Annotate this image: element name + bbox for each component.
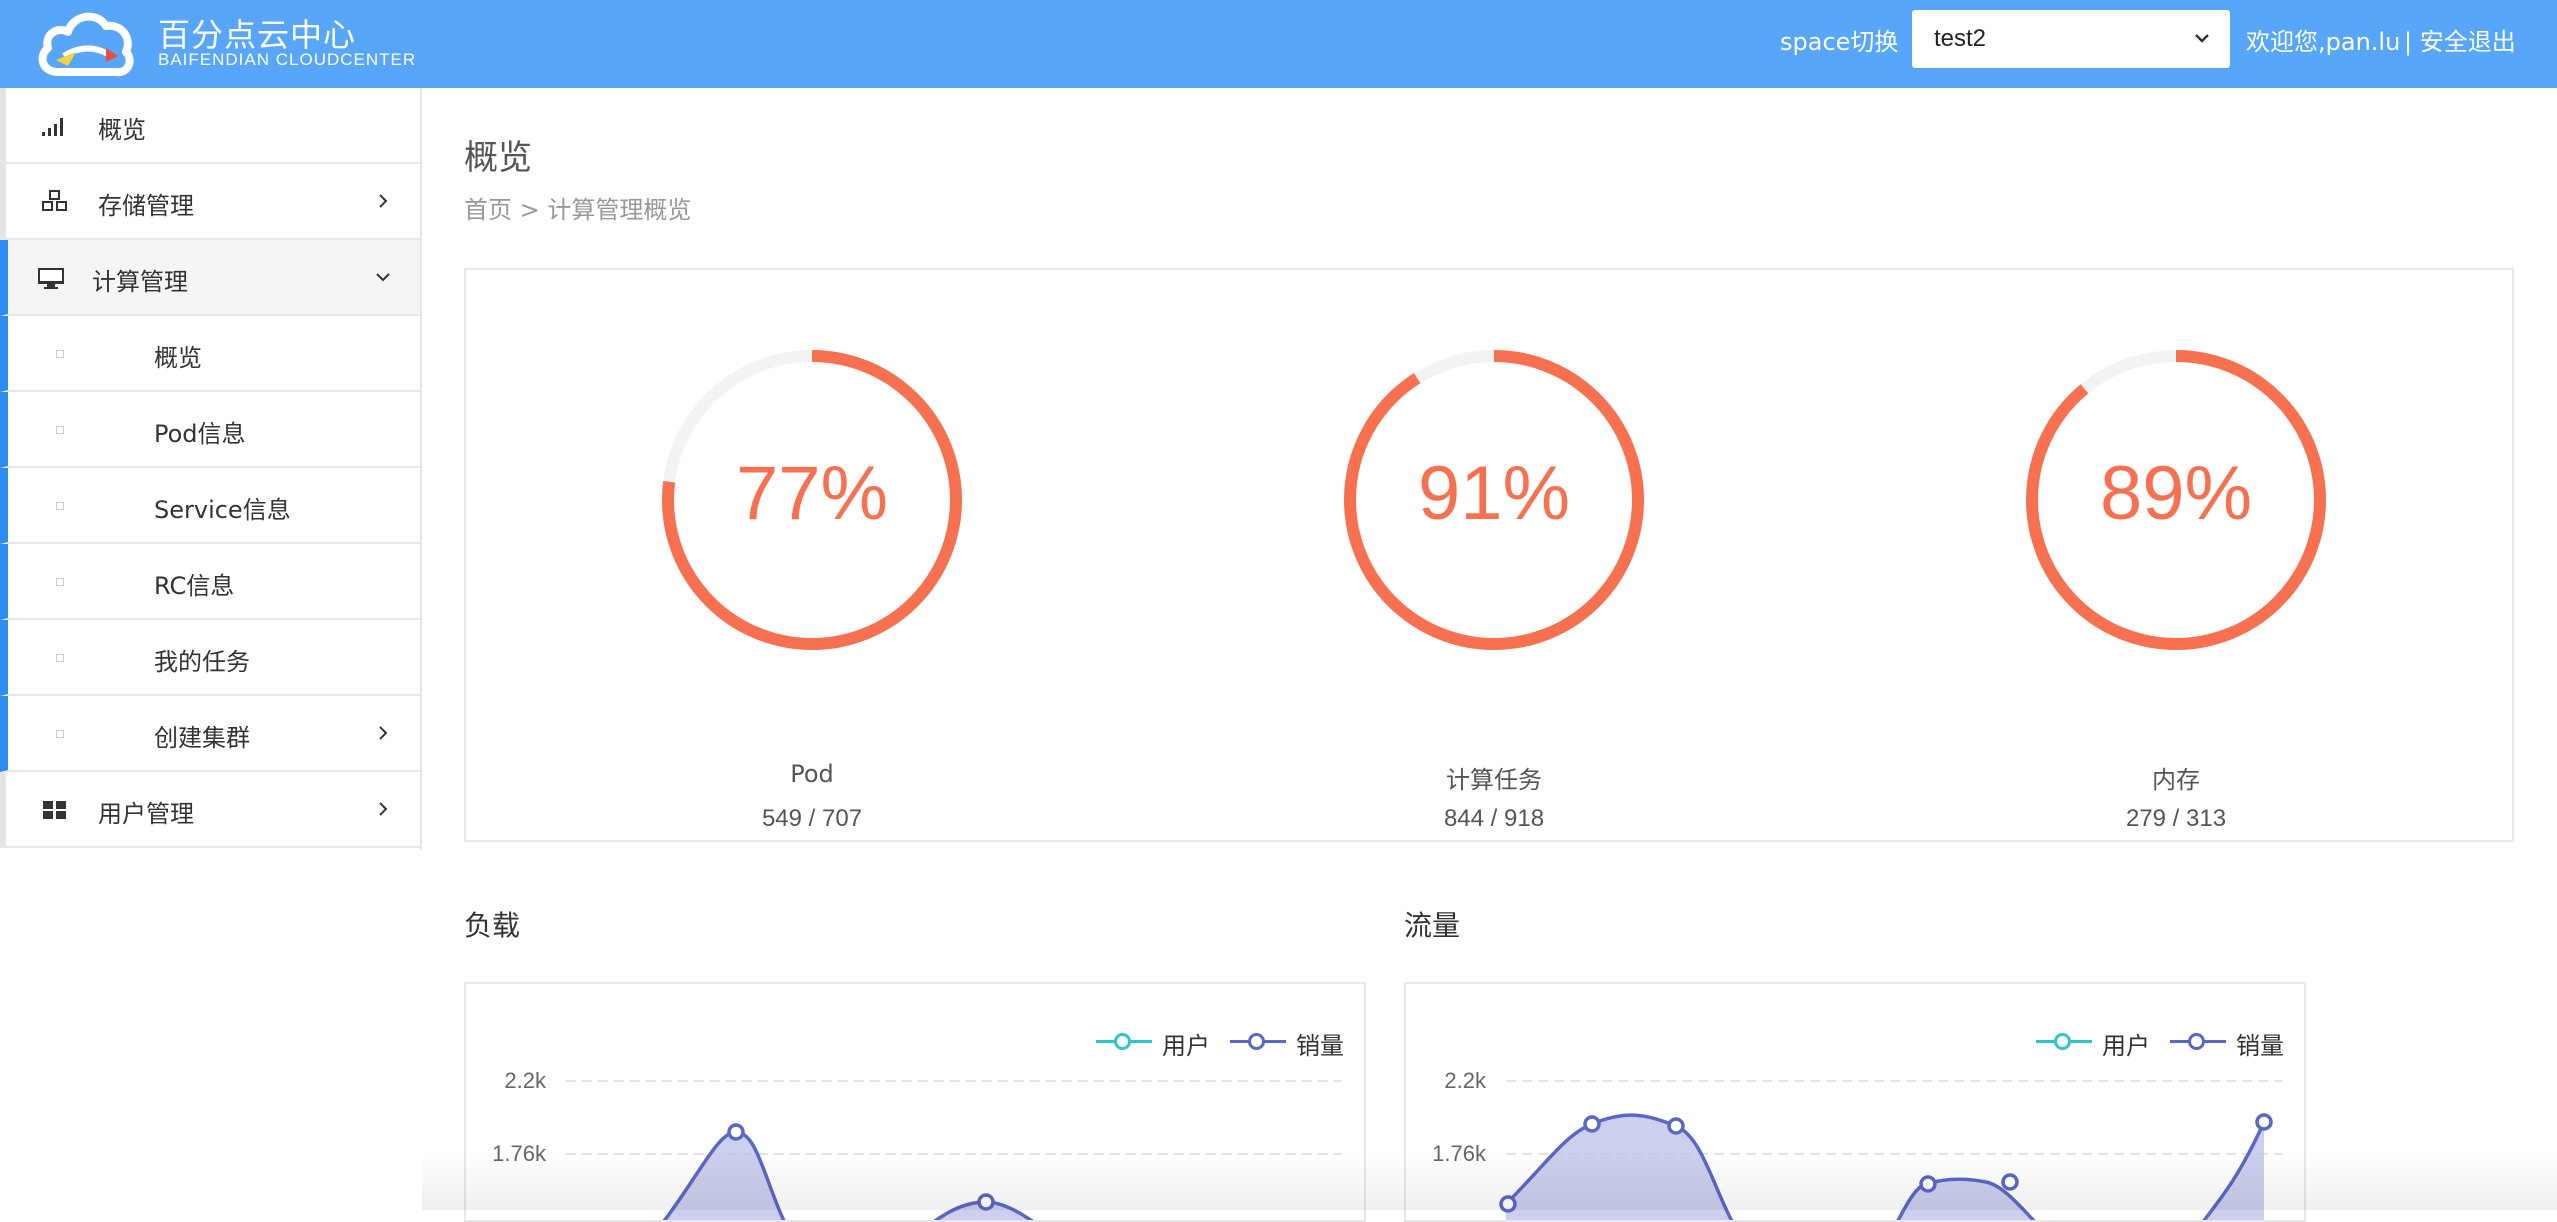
legend-marker-icon (1248, 1033, 1265, 1050)
welcome-text: 欢迎您,pan.lu (2246, 28, 2401, 56)
sidebar-subitem-pod[interactable]: Pod信息 (0, 392, 420, 468)
sales-point[interactable] (1667, 1117, 1685, 1135)
tree-node-icon (56, 730, 64, 738)
legend-label: 用户 (2102, 1032, 2150, 1060)
gauge-memory: 89% 内存 279 / 313 (2016, 340, 2336, 832)
legend-label: 销量 (1296, 1032, 1344, 1060)
sidebar-item-label: 用户管理 (98, 800, 194, 828)
traffic-chart-svg (1499, 1080, 2282, 1220)
gauge-compute-tasks: 91% 计算任务 844 / 918 (1334, 340, 1654, 832)
tree-node-icon (56, 578, 64, 586)
gauge-pod: 77% Pod 549 / 707 (652, 340, 972, 832)
y-tick-label: 1.76k (1432, 1141, 1486, 1166)
chevron-right-icon (374, 724, 392, 742)
sidebar-subitem-rc[interactable]: RC信息 (0, 544, 420, 620)
chart-legend: 用户 销量 (2036, 1026, 2304, 1060)
gauge-count: 549 / 707 (761, 805, 863, 832)
sidebar-item-storage[interactable]: 存储管理 (0, 164, 420, 240)
sidebar-item-label: 计算管理 (92, 268, 188, 296)
sales-point[interactable] (727, 1123, 745, 1141)
sidebar-item-overview[interactable]: 概览 (0, 88, 420, 164)
brand-name-en: BAIFENDIAN CLOUDCENTER (158, 50, 417, 69)
cubes-icon (40, 188, 70, 216)
sidebar-subitem-my-tasks[interactable]: 我的任务 (0, 620, 420, 696)
sidebar-subitem-create-cluster[interactable]: 创建集群 (0, 696, 420, 772)
sidebar-subitem-label: 概览 (154, 344, 202, 372)
sales-point[interactable] (977, 1193, 995, 1211)
sidebar-item-label: 概览 (98, 116, 146, 144)
gauge-label: 计算任务 (1446, 766, 1542, 794)
sales-point[interactable] (1499, 1195, 1517, 1213)
gauge-label: Pod (790, 760, 834, 788)
y-tick-label: 2.2k (1444, 1068, 1486, 1093)
gauge-percent: 89% (2099, 451, 2253, 536)
load-chart-svg (566, 1080, 1342, 1220)
grid-icon (40, 796, 70, 824)
sidebar-item-users[interactable]: 用户管理 (0, 772, 420, 848)
legend-marker-icon (1114, 1033, 1131, 1050)
sidebar-item-compute[interactable]: 计算管理 (0, 240, 420, 316)
space-select-value: test2 (1934, 25, 1987, 52)
desktop-icon (36, 264, 66, 292)
sidebar: 概览 存储管理 计算管理 概览 Pod信息 Service信息 RC信息 我的任… (0, 88, 422, 850)
sales-point[interactable] (2001, 1173, 2019, 1191)
load-chart: 2.2k 1.76k 用户 销量 (464, 982, 1366, 1222)
legend-label: 用户 (1162, 1032, 1210, 1060)
tree-node-icon (56, 502, 64, 510)
cloud-logo-icon[interactable] (36, 2, 136, 82)
sidebar-subitem-label: RC信息 (154, 572, 235, 600)
sidebar-subitem-label: 我的任务 (154, 648, 250, 676)
space-switch-label: space切换 (1780, 28, 1899, 56)
section-title-traffic: 流量 (1404, 909, 1461, 942)
top-header: 百分点云中心 BAIFENDIAN CLOUDCENTER space切换 te… (0, 0, 2557, 88)
sidebar-subitem-label: Service信息 (154, 496, 291, 524)
tree-node-icon (56, 426, 64, 434)
sidebar-subitem-service[interactable]: Service信息 (0, 468, 420, 544)
gauge-count: 279 / 313 (2125, 805, 2227, 832)
chevron-right-icon (374, 192, 392, 210)
legend-marker-icon (2188, 1033, 2205, 1050)
sales-point[interactable] (1583, 1115, 1601, 1133)
y-tick-label: 2.2k (504, 1068, 546, 1093)
page-title: 概览 (464, 138, 532, 178)
space-select[interactable]: test2 (1912, 10, 2230, 68)
legend-marker-icon (2054, 1033, 2071, 1050)
sales-point[interactable] (1919, 1175, 1937, 1193)
gauge-percent: 77% (735, 451, 889, 536)
chevron-down-icon (2192, 28, 2212, 48)
chart-legend: 用户 销量 (1096, 1026, 1364, 1060)
chevron-down-icon (374, 268, 392, 286)
gauge-count: 844 / 918 (1443, 805, 1545, 832)
tree-node-icon (56, 350, 64, 358)
sales-area (2204, 1122, 2264, 1220)
stats-panel: 77% Pod 549 / 707 91% 计算任务 844 / 918 89%… (464, 268, 2514, 842)
legend-label: 销量 (2236, 1032, 2284, 1060)
traffic-chart: 2.2k 1.76k 用户 销量 (1404, 982, 2306, 1222)
sidebar-item-label: 存储管理 (98, 192, 194, 220)
gauge-label: 内存 (2152, 766, 2200, 794)
logout-link[interactable]: | 安全退出 (2404, 22, 2516, 57)
section-title-load: 负载 (464, 909, 521, 942)
sales-point[interactable] (2255, 1113, 2273, 1131)
sidebar-subitem-label: Pod信息 (154, 420, 246, 448)
chevron-right-icon (374, 800, 392, 818)
sidebar-subitem-overview[interactable]: 概览 (0, 316, 420, 392)
tree-node-icon (56, 654, 64, 662)
gauge-percent: 91% (1417, 451, 1571, 536)
sales-area (664, 1132, 784, 1220)
y-tick-label: 1.76k (492, 1141, 546, 1166)
signal-bars-icon (40, 112, 70, 140)
sidebar-subitem-label: 创建集群 (154, 724, 250, 752)
breadcrumb[interactable]: 首页 > 计算管理概览 (464, 190, 691, 225)
